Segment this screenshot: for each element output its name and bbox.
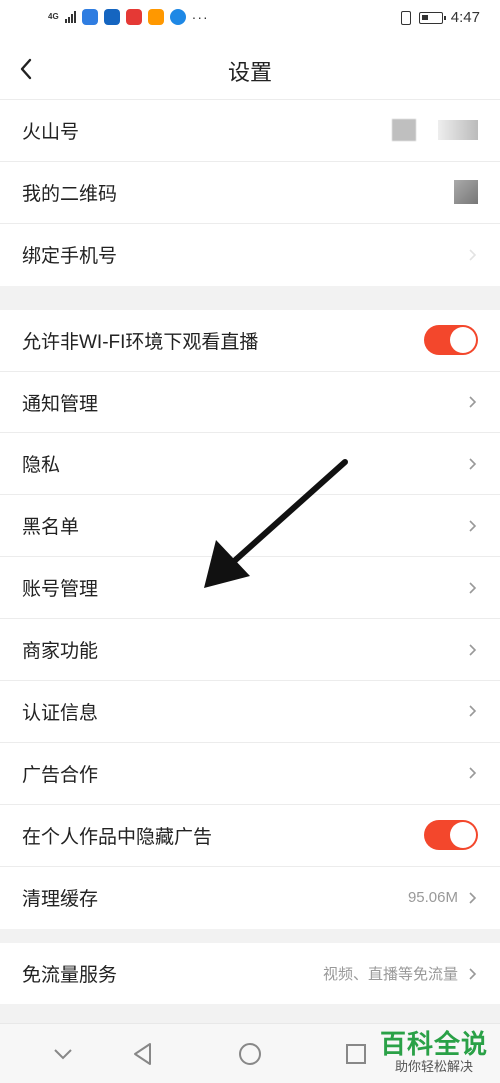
app-icon-weibo [147, 9, 164, 25]
signal-icon [64, 11, 76, 23]
settings-row-notifications[interactable]: 通知管理 [0, 371, 500, 434]
free-data-hint: 视频、直播等免流量 [322, 966, 458, 984]
row-label: 火山号 [22, 121, 80, 143]
battery-icon [418, 11, 446, 24]
settings-row-wifi-live: 允许非WI-FI环境下观看直播 [0, 309, 500, 372]
settings-row-ad-cooperation[interactable]: 广告合作 [0, 742, 500, 805]
settings-row-huoshan-id[interactable]: 火山号 [0, 100, 500, 162]
row-label: 商家功能 [22, 641, 99, 663]
chevron-right-icon [469, 582, 477, 594]
row-label: 在个人作品中隐藏广告 [22, 826, 213, 848]
system-nav-bar: 百科全说 助你轻松解决 [0, 1023, 500, 1083]
settings-row-account-management[interactable]: 账号管理 [0, 557, 500, 620]
data-service-group: 免流量服务 视频、直播等免流量 [0, 942, 500, 1005]
watermark-logo: 百科全说 助你轻松解决 [380, 1029, 488, 1075]
cache-size: 95.06M [407, 889, 458, 907]
back-triangle-icon[interactable] [130, 1041, 156, 1067]
account-group: 火山号 我的二维码 绑定手机号 [0, 100, 500, 286]
watermark-subtitle: 助你轻松解决 [394, 1059, 473, 1074]
row-label: 广告合作 [22, 764, 99, 786]
row-label: 账号管理 [22, 579, 99, 601]
status-bar: 4G ··· 4:47 [0, 0, 500, 38]
recents-square-icon[interactable] [343, 1041, 369, 1067]
settings-row-merchant[interactable]: 商家功能 [0, 619, 500, 682]
title-bar: 设置 [0, 38, 500, 100]
settings-row-clear-cache[interactable]: 清理缓存 95.06M [0, 866, 500, 929]
settings-row-privacy[interactable]: 隐私 [0, 433, 500, 496]
row-label: 认证信息 [22, 702, 99, 724]
chevron-right-icon [469, 892, 477, 904]
app-icon-browser [169, 9, 186, 25]
general-group: 允许非WI-FI环境下观看直播 通知管理 隐私 黑名单 账号管理 商家功能 认证… [0, 309, 500, 929]
watermark-title: 百科全说 [379, 1029, 488, 1059]
app-icon-baidu [125, 9, 142, 25]
row-label: 我的二维码 [22, 183, 118, 205]
overflow-icon: ··· [191, 9, 209, 25]
settings-row-hide-ads: 在个人作品中隐藏广告 [0, 804, 500, 867]
settings-row-verification[interactable]: 认证信息 [0, 681, 500, 743]
chevron-right-icon [469, 520, 477, 532]
chevron-right-icon [469, 967, 477, 980]
clock: 4:47 [450, 9, 480, 26]
chevron-right-icon [469, 643, 477, 656]
vibrate-icon [400, 10, 411, 25]
page-title: 设置 [227, 60, 272, 85]
redacted-block [392, 119, 416, 142]
collapse-icon[interactable] [50, 1041, 76, 1067]
wifi-live-toggle[interactable] [424, 325, 478, 356]
chevron-right-icon [469, 396, 477, 408]
row-label: 清理缓存 [22, 889, 99, 911]
status-left: 4G ··· [48, 9, 209, 25]
chevron-right-icon [469, 767, 477, 779]
settings-row-qr-code[interactable]: 我的二维码 [0, 161, 500, 224]
hide-ads-toggle[interactable] [424, 820, 478, 851]
settings-row-bind-phone[interactable]: 绑定手机号 [0, 223, 500, 286]
chevron-right-icon [469, 249, 477, 261]
app-icon-blue [81, 9, 98, 25]
redacted-block [438, 120, 478, 141]
home-circle-icon[interactable] [237, 1041, 263, 1067]
network-label: 4G [48, 12, 59, 21]
row-label: 通知管理 [22, 393, 99, 415]
chevron-right-icon [469, 705, 477, 718]
settings-row-free-data[interactable]: 免流量服务 视频、直播等免流量 [0, 942, 500, 1005]
row-label: 隐私 [22, 455, 61, 477]
chevron-right-icon [469, 458, 477, 470]
row-label: 允许非WI-FI环境下观看直播 [22, 331, 259, 353]
settings-row-blacklist[interactable]: 黑名单 [0, 495, 500, 558]
status-right: 4:47 [400, 9, 480, 26]
row-label: 免流量服务 [22, 965, 118, 987]
row-label: 黑名单 [22, 517, 80, 539]
app-icon-shield [103, 9, 120, 25]
qr-code-icon [454, 180, 478, 205]
row-label: 绑定手机号 [22, 246, 118, 268]
